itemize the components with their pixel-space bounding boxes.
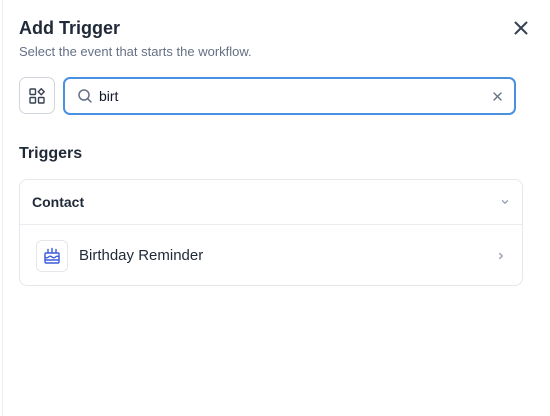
trigger-icon-container [36, 239, 68, 272]
birthday-cake-icon [44, 247, 60, 264]
category-filter-button[interactable] [19, 77, 55, 114]
dialog-header: Add Trigger Select the event that starts… [19, 16, 534, 61]
add-trigger-panel: Add Trigger Select the event that starts… [2, 0, 550, 416]
dialog-title: Add Trigger [19, 18, 121, 38]
chevron-down-icon [501, 200, 509, 204]
chevron-right-icon [499, 252, 503, 259]
trigger-group-card: Contact Birthday Reminder [19, 179, 523, 286]
dialog-subtitle: Select the event that starts the workflo… [19, 44, 252, 59]
clear-search-button[interactable] [484, 83, 510, 109]
search-field[interactable] [63, 77, 516, 115]
section-title: Triggers [19, 145, 83, 162]
clear-icon [492, 91, 502, 101]
close-button[interactable] [510, 17, 532, 39]
group-label: Contact [32, 194, 85, 210]
close-icon [514, 21, 528, 35]
apps-shapes-icon [29, 87, 46, 104]
group-header-contact[interactable]: Contact [20, 180, 522, 225]
search-icon [78, 89, 92, 103]
search-input[interactable] [99, 88, 484, 104]
trigger-item-label: Birthday Reminder [79, 247, 204, 264]
trigger-item-birthday-reminder[interactable]: Birthday Reminder [20, 225, 522, 286]
